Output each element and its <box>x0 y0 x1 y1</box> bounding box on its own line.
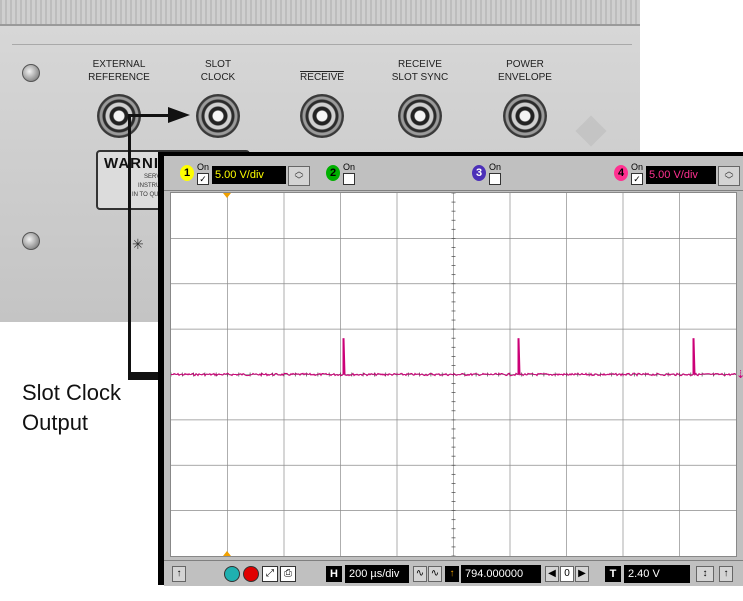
trigger-position-bottom-marker <box>223 551 231 556</box>
channel-4-on-checkbox[interactable]: ✓ <box>631 173 643 185</box>
horizontal-label-icon: H <box>326 566 342 582</box>
bnc-connector-icon <box>398 94 442 138</box>
connector-label-slot-clock: SLOT CLOCK <box>200 59 236 83</box>
panel-top-vents <box>0 0 640 26</box>
scroll-right-icon[interactable]: ▶ <box>575 566 589 582</box>
caption: Slot Clock Output <box>22 380 122 435</box>
trigger-level-spinner[interactable]: ↕ <box>696 566 714 582</box>
screw-icon <box>22 64 40 82</box>
callout-arrow <box>128 114 170 117</box>
autoscale-icon[interactable]: ⤢ <box>262 566 278 582</box>
waveform-svg <box>171 193 736 556</box>
delay-field[interactable]: 794.000000 µs <box>461 565 541 598</box>
timebase-field[interactable]: 200 µs/div <box>345 565 409 583</box>
bnc-connector-icon <box>196 94 240 138</box>
connector-label-external-reference: EXTERNAL REFERENCE <box>88 59 150 83</box>
channel-3-icon[interactable]: 3 <box>472 165 486 181</box>
delay-marker-icon: ↑ <box>445 566 459 582</box>
stop-icon[interactable] <box>243 566 259 582</box>
connector-label-power-envelope: POWER ENVELOPE <box>498 59 552 83</box>
channel-2-icon[interactable]: 2 <box>326 165 340 181</box>
receive-label: RECEIVE <box>300 72 344 83</box>
channel-3-on-label: On <box>489 162 502 172</box>
bnc-connector-icon <box>503 94 547 138</box>
status-bar: ↑ ⤢ ⎙ H 200 µs/div ∿ ∿ ↑ 794.000000 µs ◀… <box>164 560 743 598</box>
print-icon[interactable]: ⎙ <box>280 566 296 582</box>
channel-1-on-checkbox[interactable]: ✓ <box>197 173 209 185</box>
channel-1-scale-spinner[interactable]: ︿ ﹀ <box>288 166 310 186</box>
channel-1-icon[interactable]: 1 <box>180 165 194 181</box>
screw-icon <box>22 232 40 250</box>
callout-arrow <box>128 372 162 380</box>
channel-1-scale[interactable]: 5.00 V/div <box>212 166 286 184</box>
scroll-up-icon[interactable]: ↑ <box>172 566 186 582</box>
arrow-head-icon <box>168 107 190 123</box>
panel-bevel <box>12 44 632 45</box>
connector-label-receive-slot-sync: RECEIVE SLOT SYNC <box>391 59 449 83</box>
channel-toolbar: 1 On ✓ 5.00 V/div ︿ ﹀ 2 On 3 On 4 On ✓ 5.… <box>164 156 743 191</box>
scroll-up-icon[interactable]: ↑ <box>719 566 733 582</box>
ground-reference-marker[interactable]: ⇣ <box>736 368 743 381</box>
delay-reference[interactable]: 0 <box>560 566 574 582</box>
run-icon[interactable] <box>224 566 240 582</box>
channel-4-scale[interactable]: 5.00 V/div <box>646 166 716 184</box>
channel-1-on-label: On <box>197 162 210 172</box>
waveform-display[interactable] <box>170 192 737 557</box>
brand-logo-icon: ✳ <box>132 236 144 252</box>
bnc-connector-icon <box>300 94 344 138</box>
channel-4-on-label: On <box>631 162 644 172</box>
channel-4-scale-spinner[interactable]: ︿ ﹀ <box>718 166 740 186</box>
scroll-left-icon[interactable]: ◀ <box>545 566 559 582</box>
channel-3-on-checkbox[interactable] <box>489 173 501 185</box>
scope-inner: 1 On ✓ 5.00 V/div ︿ ﹀ 2 On 3 On 4 On ✓ 5.… <box>164 156 743 598</box>
timebase-up-icon[interactable]: ∿ <box>428 566 442 582</box>
trigger-label-icon: T <box>605 566 621 582</box>
timebase-down-icon[interactable]: ∿ <box>413 566 427 582</box>
trigger-position-top-marker <box>223 193 231 198</box>
channel-4-icon[interactable]: 4 <box>614 165 628 181</box>
oscilloscope-window: 1 On ✓ 5.00 V/div ︿ ﹀ 2 On 3 On 4 On ✓ 5.… <box>158 152 743 598</box>
channel-2-on-label: On <box>343 162 356 172</box>
channel-2-on-checkbox[interactable] <box>343 173 355 185</box>
trigger-level-field[interactable]: 2.40 V <box>624 565 690 583</box>
callout-arrow <box>128 114 131 380</box>
